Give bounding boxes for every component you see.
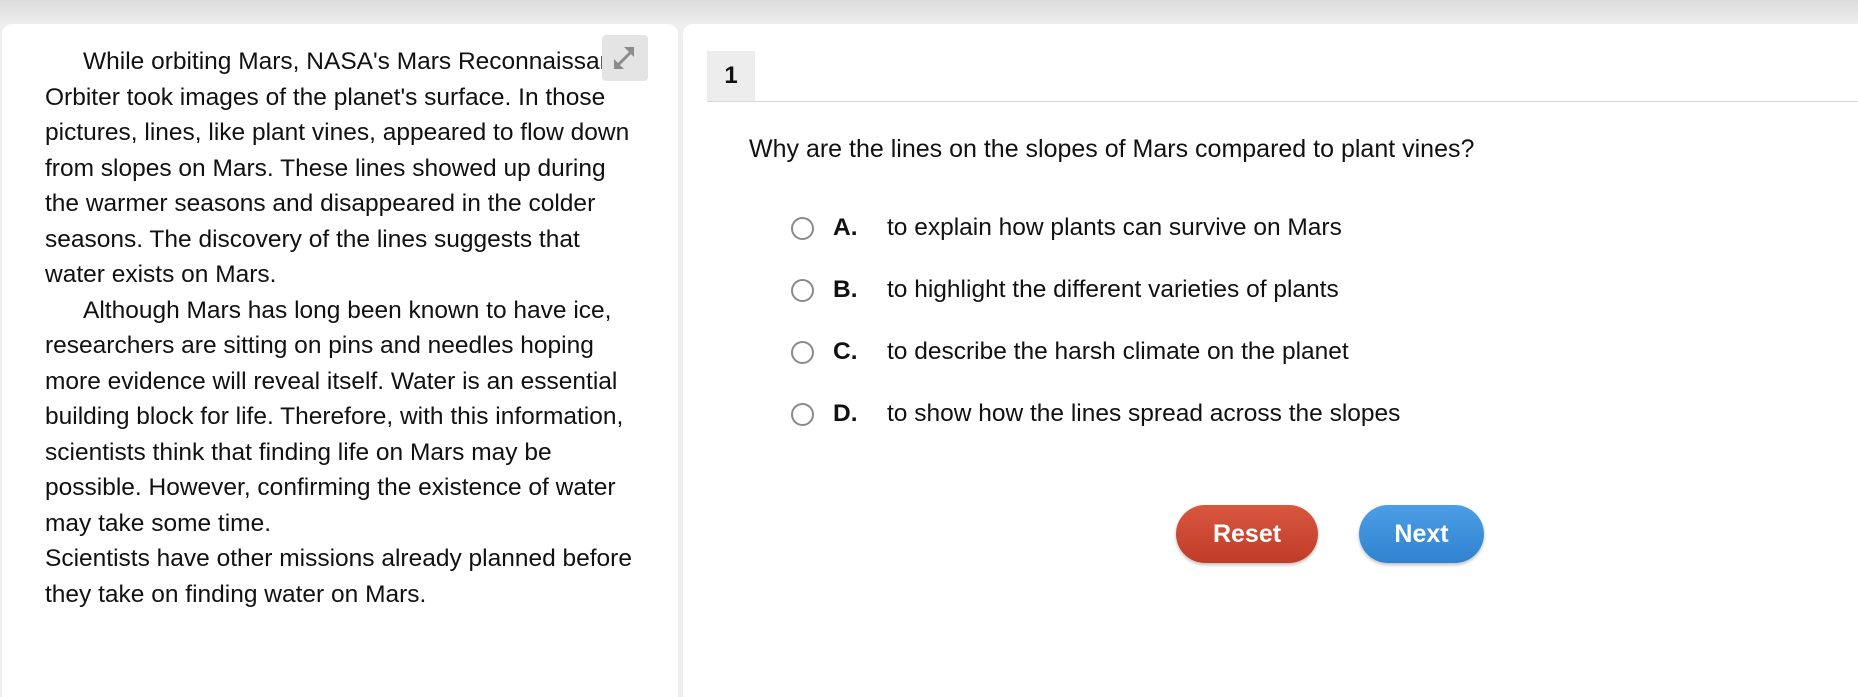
question-prompt: Why are the lines on the slopes of Mars … bbox=[749, 135, 1475, 163]
top-strip bbox=[0, 0, 1858, 22]
option-letter: A. bbox=[833, 214, 858, 241]
option-letter: D. bbox=[833, 400, 858, 427]
radio-button-icon[interactable] bbox=[791, 340, 814, 364]
passage-panel: While orbiting Mars, NASA's Mars Reconna… bbox=[2, 24, 678, 697]
answer-option-c[interactable]: C. to describe the harsh climate on the … bbox=[791, 335, 1349, 369]
option-text: to highlight the different varieties of … bbox=[887, 276, 1339, 303]
answer-option-a[interactable]: A. to explain how plants can survive on … bbox=[791, 211, 1342, 245]
option-letter: B. bbox=[833, 276, 858, 303]
passage-text: While orbiting Mars, NASA's Mars Reconna… bbox=[45, 44, 645, 612]
option-text: to show how the lines spread across the … bbox=[887, 400, 1401, 427]
passage-paragraph-3: Scientists have other missions already p… bbox=[45, 545, 632, 608]
radio-button-icon[interactable] bbox=[791, 216, 814, 240]
expand-button[interactable] bbox=[602, 35, 648, 81]
question-number-row: 1 bbox=[707, 51, 1858, 102]
question-panel: 1 Why are the lines on the slopes of Mar… bbox=[683, 24, 1858, 697]
answer-option-d[interactable]: D. to show how the lines spread across t… bbox=[791, 397, 1400, 431]
passage-paragraph-1: While orbiting Mars, NASA's Mars Reconna… bbox=[45, 48, 640, 288]
option-text: to explain how plants can survive on Mar… bbox=[887, 214, 1342, 241]
question-number-tab[interactable]: 1 bbox=[707, 51, 755, 101]
radio-button-icon[interactable] bbox=[791, 402, 814, 426]
expand-arrows-icon bbox=[614, 47, 634, 69]
option-text: to describe the harsh climate on the pla… bbox=[887, 338, 1349, 365]
passage-paragraph-2: Although Mars has long been known to hav… bbox=[45, 296, 624, 537]
next-button[interactable]: Next bbox=[1359, 505, 1484, 563]
radio-button-icon[interactable] bbox=[791, 278, 814, 302]
answer-option-b[interactable]: B. to highlight the different varieties … bbox=[791, 273, 1339, 307]
option-letter: C. bbox=[833, 338, 858, 365]
reset-button[interactable]: Reset bbox=[1176, 505, 1318, 563]
